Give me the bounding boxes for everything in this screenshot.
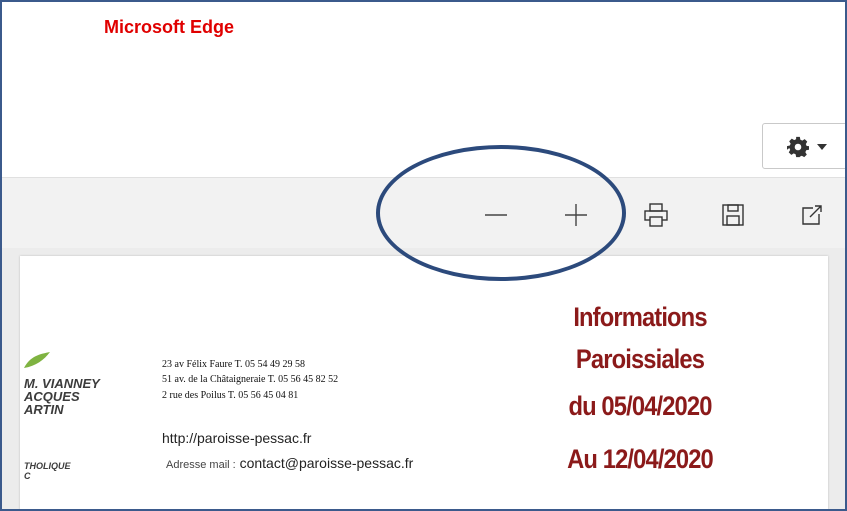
title-line-3: du 05/04/2020 bbox=[568, 391, 712, 421]
printer-icon bbox=[644, 203, 668, 227]
save-button[interactable] bbox=[720, 202, 746, 228]
save-icon bbox=[722, 204, 744, 226]
address-line-1: 23 av Félix Faure T. 05 54 49 29 58 bbox=[162, 359, 305, 370]
parish-url[interactable]: http://paroisse-pessac.fr bbox=[162, 430, 311, 446]
address-line-3: 2 rue des Poilus T. 05 56 45 04 81 bbox=[162, 390, 299, 401]
logo-text-line-3: ARTIN bbox=[24, 402, 64, 417]
logo-leaf-icon bbox=[24, 352, 50, 368]
logo-text-line-4: THOLIQUE bbox=[24, 461, 71, 471]
pdf-page: M. VIANNEY ACQUES ARTIN THOLIQUE C 23 av… bbox=[20, 256, 828, 509]
title-line-2: Paroissiales bbox=[575, 344, 705, 374]
document-viewer[interactable]: M. VIANNEY ACQUES ARTIN THOLIQUE C 23 av… bbox=[2, 248, 845, 509]
zoom-out-button[interactable] bbox=[483, 202, 509, 228]
settings-button[interactable] bbox=[762, 123, 845, 169]
email-address[interactable]: contact@paroisse-pessac.fr bbox=[240, 455, 414, 471]
gear-icon bbox=[787, 136, 809, 158]
parish-email: Adresse mail : contact@paroisse-pessac.f… bbox=[166, 455, 413, 471]
plus-icon bbox=[565, 204, 587, 226]
address-line-2: 51 av. de la Châtaigneraie T. 05 56 45 8… bbox=[162, 374, 339, 385]
zoom-in-button[interactable] bbox=[563, 202, 589, 228]
app-title: Microsoft Edge bbox=[104, 17, 235, 37]
title-line-4: Au 12/04/2020 bbox=[567, 444, 714, 474]
pdf-toolbar bbox=[2, 177, 845, 249]
email-label: Adresse mail : bbox=[166, 459, 236, 471]
open-external-button[interactable] bbox=[799, 202, 825, 228]
logo-text-line-5: C bbox=[24, 471, 31, 481]
chevron-down-icon bbox=[817, 144, 827, 150]
minus-icon bbox=[485, 214, 507, 216]
external-link-icon bbox=[802, 205, 822, 225]
title-line-1: Informations bbox=[573, 302, 707, 332]
print-button[interactable] bbox=[643, 202, 669, 228]
screenshot-frame: Microsoft Edge M. VIANNEY ACQUES ARTIN T… bbox=[0, 0, 847, 511]
